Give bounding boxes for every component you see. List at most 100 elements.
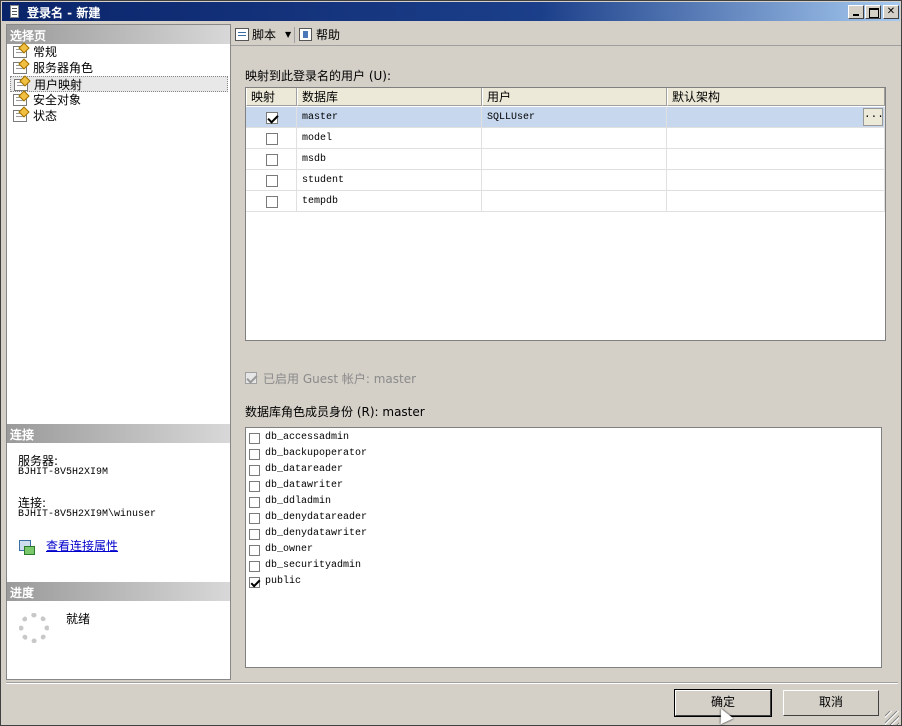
- table-row[interactable]: tempdb: [246, 191, 885, 212]
- column-header-database[interactable]: 数据库: [297, 88, 482, 106]
- role-name: db_accessadmin: [265, 432, 350, 443]
- help-button[interactable]: 帮助: [299, 26, 340, 44]
- column-header-default-schema[interactable]: 默认架构: [667, 88, 885, 106]
- database-cell: master: [297, 107, 482, 128]
- view-connection-properties-link[interactable]: 查看连接属性: [46, 537, 118, 554]
- schema-cell[interactable]: [667, 149, 885, 170]
- script-label: 脚本: [252, 28, 277, 42]
- role-checkbox[interactable]: [249, 449, 260, 460]
- table-row[interactable]: master SQLLUser ...: [246, 107, 885, 128]
- connection-properties-icon: [19, 540, 35, 555]
- table-row[interactable]: model: [246, 128, 885, 149]
- user-cell[interactable]: [482, 128, 667, 149]
- dropdown-arrow-icon: ▼: [285, 30, 292, 39]
- map-cell: [246, 149, 297, 170]
- nav-item-securables[interactable]: 安全对象: [10, 92, 228, 108]
- list-item[interactable]: db_denydatawriter: [246, 526, 881, 542]
- nav-item-label: 服务器角色: [33, 61, 94, 75]
- user-cell[interactable]: [482, 170, 667, 191]
- list-item[interactable]: db_accessadmin: [246, 430, 881, 446]
- nav-item-user-mapping[interactable]: 用户映射: [10, 76, 228, 92]
- toolbar: 脚本 ▼ 帮助: [231, 24, 901, 46]
- user-cell[interactable]: [482, 149, 667, 170]
- map-cell: [246, 191, 297, 212]
- list-item[interactable]: public: [246, 574, 881, 590]
- map-checkbox[interactable]: [266, 133, 278, 145]
- login-new-dialog: 登录名 - 新建 ✕ 选择页 常规 服务器角色 用户映射 安全对象 状态 连接 …: [0, 0, 902, 726]
- role-name: db_datawriter: [265, 480, 344, 491]
- schema-cell[interactable]: [667, 170, 885, 191]
- schema-cell[interactable]: ...: [667, 107, 885, 128]
- nav-item-server-roles[interactable]: 服务器角色: [10, 60, 228, 76]
- role-checkbox[interactable]: [249, 561, 260, 572]
- progress-spinner-icon: [19, 613, 49, 643]
- table-row[interactable]: student: [246, 170, 885, 191]
- page-icon: [13, 46, 27, 58]
- browse-schema-button[interactable]: ...: [863, 108, 884, 126]
- database-cell: model: [297, 128, 482, 149]
- user-cell[interactable]: [482, 191, 667, 212]
- role-name: db_denydatareader: [265, 512, 368, 523]
- role-name: db_backupoperator: [265, 448, 368, 459]
- close-button[interactable]: ✕: [883, 5, 899, 19]
- user-mapping-grid: 映射 数据库 用户 默认架构 master SQLLUser ... model: [245, 87, 886, 341]
- nav-item-label: 状态: [33, 109, 58, 123]
- role-checkbox[interactable]: [249, 529, 260, 540]
- guest-enabled-label: 已启用 Guest 帐户: master: [263, 372, 417, 386]
- column-header-user[interactable]: 用户: [482, 88, 667, 106]
- page-icon: [14, 79, 28, 91]
- nav-item-status[interactable]: 状态: [10, 108, 228, 124]
- divider: [6, 682, 898, 684]
- cancel-button[interactable]: 取消: [783, 690, 879, 716]
- role-checkbox[interactable]: [249, 577, 260, 588]
- list-item[interactable]: db_datawriter: [246, 478, 881, 494]
- title-bar[interactable]: 登录名 - 新建 ✕: [2, 2, 900, 21]
- database-cell: student: [297, 170, 482, 191]
- toolbar-separator: [294, 27, 295, 43]
- role-membership-list[interactable]: db_accessadmin db_backupoperator db_data…: [245, 427, 882, 668]
- map-checkbox[interactable]: [266, 175, 278, 187]
- schema-cell[interactable]: [667, 128, 885, 149]
- server-value: BJHIT-8V5H2XI9M: [18, 467, 109, 478]
- list-item[interactable]: db_denydatareader: [246, 510, 881, 526]
- role-checkbox[interactable]: [249, 513, 260, 524]
- database-cell: msdb: [297, 149, 482, 170]
- connection-value: BJHIT-8V5H2XI9M\winuser: [18, 509, 157, 520]
- column-header-map[interactable]: 映射: [246, 88, 297, 106]
- map-checkbox[interactable]: [266, 112, 278, 124]
- resize-grip[interactable]: [885, 711, 899, 725]
- nav-item-general[interactable]: 常规: [10, 44, 228, 60]
- map-checkbox[interactable]: [266, 154, 278, 166]
- list-item[interactable]: db_owner: [246, 542, 881, 558]
- role-checkbox[interactable]: [249, 465, 260, 476]
- guest-enabled-checkbox: [245, 372, 257, 384]
- page-icon: [13, 110, 27, 122]
- nav-item-label: 用户映射: [34, 78, 83, 92]
- role-name: db_owner: [265, 544, 314, 555]
- help-label: 帮助: [316, 28, 341, 42]
- window-icon: [10, 5, 19, 18]
- script-button[interactable]: 脚本 ▼: [235, 26, 291, 44]
- right-pane: 脚本 ▼ 帮助 映射到此登录名的用户 (U): 映射 数据库 用户 默认架构 m…: [231, 24, 901, 680]
- role-checkbox[interactable]: [249, 497, 260, 508]
- table-row[interactable]: msdb: [246, 149, 885, 170]
- nav-item-label: 常规: [33, 45, 58, 59]
- role-checkbox[interactable]: [249, 433, 260, 444]
- role-membership-label: 数据库角色成员身份 (R): master: [245, 405, 425, 419]
- window-title: 登录名 - 新建: [27, 6, 101, 20]
- map-cell: [246, 128, 297, 149]
- list-item[interactable]: db_securityadmin: [246, 558, 881, 574]
- list-item[interactable]: db_datareader: [246, 462, 881, 478]
- nav-item-label: 安全对象: [33, 93, 82, 107]
- script-icon: [235, 28, 249, 41]
- role-checkbox[interactable]: [249, 545, 260, 556]
- maximize-button[interactable]: [865, 5, 881, 19]
- select-page-header: 选择页: [7, 25, 230, 44]
- list-item[interactable]: db_backupoperator: [246, 446, 881, 462]
- list-item[interactable]: db_ddladmin: [246, 494, 881, 510]
- user-cell[interactable]: SQLLUser: [482, 107, 667, 128]
- schema-cell[interactable]: [667, 191, 885, 212]
- minimize-button[interactable]: [848, 5, 864, 19]
- map-checkbox[interactable]: [266, 196, 278, 208]
- role-checkbox[interactable]: [249, 481, 260, 492]
